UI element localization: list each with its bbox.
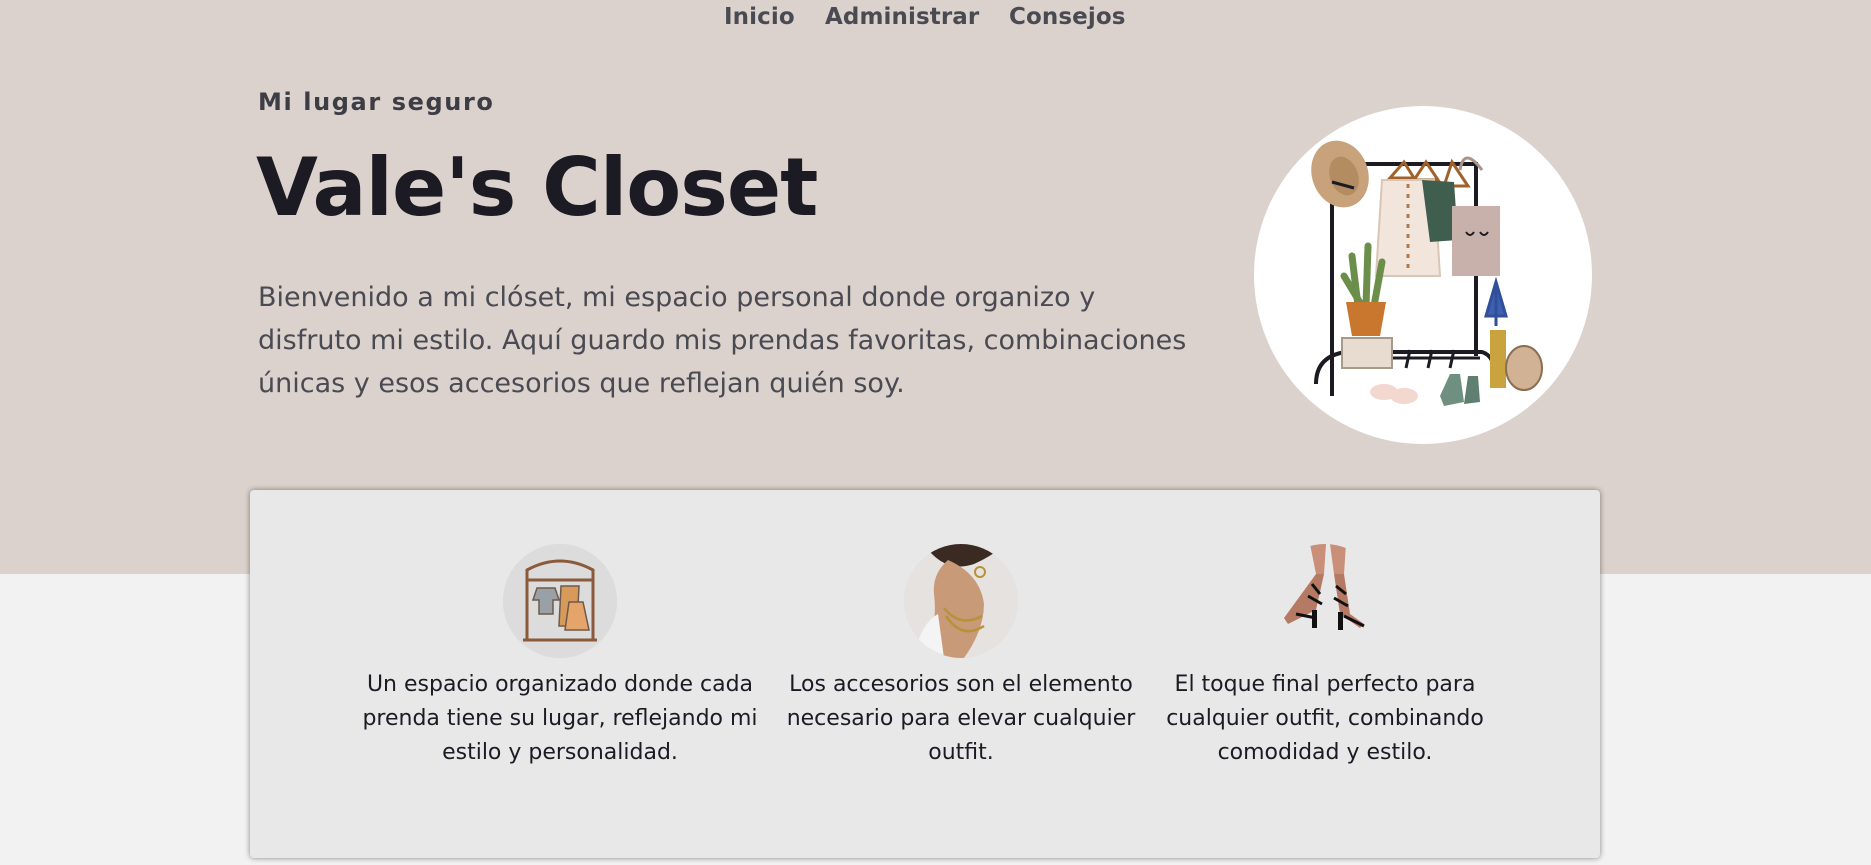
heels-icon — [1268, 544, 1382, 658]
feature-text: Un espacio organizado donde cada prenda … — [362, 672, 758, 765]
top-nav: Inicio Administrar Consejos — [0, 0, 1871, 40]
clothing-rack-illustration — [1254, 106, 1592, 444]
feature-text: Los accesorios son el elemento necesario… — [786, 672, 1136, 765]
nav-link-administrar[interactable]: Administrar — [825, 4, 979, 30]
feature-item-wardrobe: Un espacio organizado donde cada prenda … — [360, 544, 760, 770]
wardrobe-icon — [503, 544, 617, 658]
accessories-icon — [904, 544, 1018, 658]
nav-link-consejos[interactable]: Consejos — [1009, 4, 1126, 30]
hero-description: Bienvenido a mi clóset, mi espacio perso… — [258, 282, 1187, 399]
hero-eyebrow: Mi lugar seguro — [258, 88, 495, 116]
feature-item-heels: El toque final perfecto para cualquier o… — [1125, 544, 1525, 770]
nav-link-inicio[interactable]: Inicio — [724, 4, 795, 30]
page-title: Vale's Closet — [256, 141, 818, 234]
features-card: Un espacio organizado donde cada prenda … — [250, 490, 1600, 858]
feature-text: El toque final perfecto para cualquier o… — [1166, 672, 1484, 765]
feature-item-accessories: Los accesorios son el elemento necesario… — [761, 544, 1161, 770]
